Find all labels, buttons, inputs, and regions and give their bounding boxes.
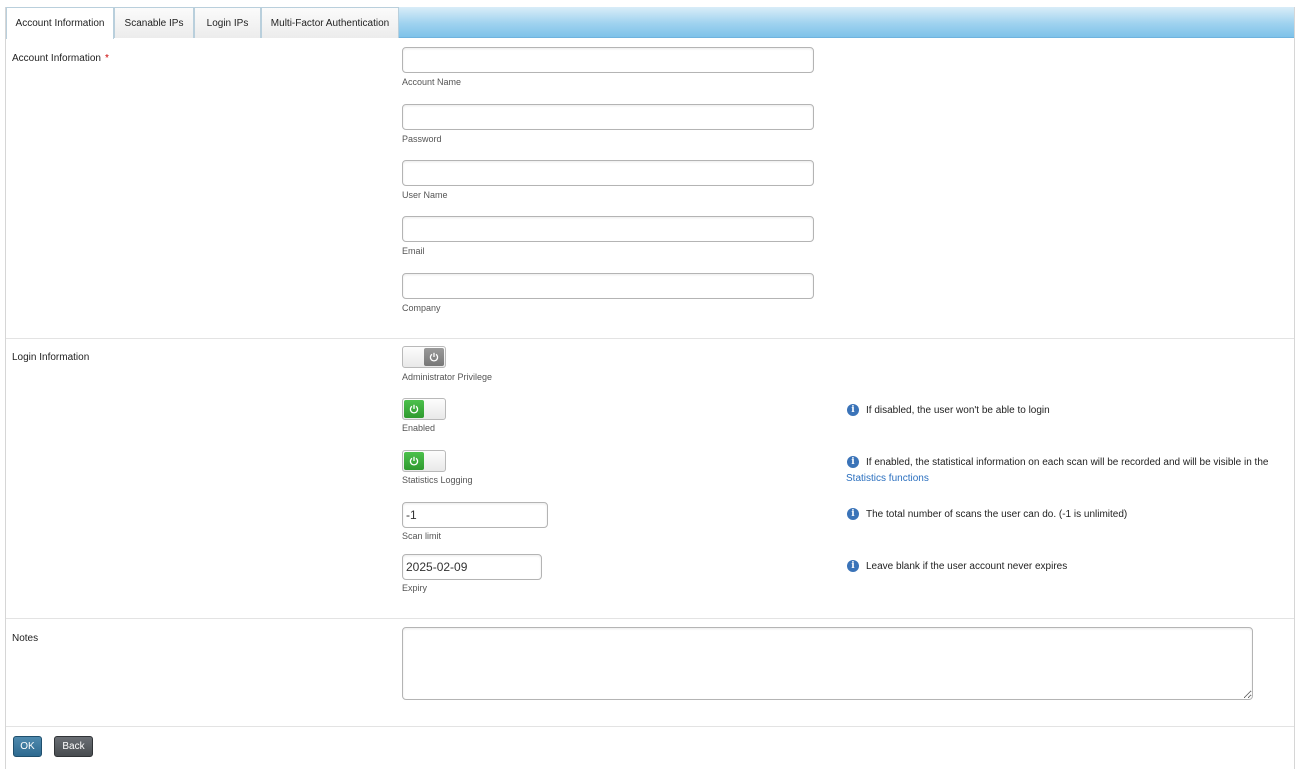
statistics-logging-info: i If enabled, the statistical informatio…	[847, 456, 1268, 468]
password-caption: Password	[402, 134, 442, 144]
info-icon: i	[847, 560, 859, 572]
account-name-input[interactable]	[402, 47, 814, 73]
company-caption: Company	[402, 303, 441, 313]
tab-multi-factor-authentication[interactable]: Multi-Factor Authentication	[261, 7, 399, 38]
tab-login-ips[interactable]: Login IPs	[194, 7, 261, 38]
statistics-functions-link[interactable]: Statistics functions	[846, 473, 929, 484]
expiry-info-text: Leave blank if the user account never ex…	[866, 560, 1068, 572]
account-information-label: Account Information *	[12, 53, 109, 64]
info-icon: i	[847, 456, 859, 468]
enabled-info: i If disabled, the user won't be able to…	[847, 404, 1050, 416]
notes-textarea[interactable]	[402, 627, 1253, 700]
enabled-info-text: If disabled, the user won't be able to l…	[866, 404, 1050, 416]
tab-account-information[interactable]: Account Information	[6, 7, 114, 39]
statistics-logging-caption: Statistics Logging	[402, 475, 473, 485]
user-name-caption: User Name	[402, 190, 448, 200]
scan-limit-info: i The total number of scans the user can…	[847, 508, 1127, 520]
expiry-caption: Expiry	[402, 583, 428, 593]
back-button[interactable]: Back	[54, 736, 93, 757]
ok-button[interactable]: OK	[13, 736, 42, 757]
power-icon	[404, 452, 424, 470]
enabled-caption: Enabled	[402, 423, 436, 433]
expiry-input[interactable]	[402, 554, 542, 580]
section-divider	[6, 338, 1294, 339]
power-icon	[424, 348, 444, 366]
info-icon: i	[847, 404, 859, 416]
section-divider	[6, 726, 1294, 727]
scan-limit-info-text: The total number of scans the user can d…	[866, 508, 1128, 520]
expiry-info: i Leave blank if the user account never …	[847, 560, 1067, 572]
tab-scanable-ips[interactable]: Scanable IPs	[114, 7, 194, 38]
email-input[interactable]	[402, 216, 814, 242]
administrator-privilege-caption: Administrator Privilege	[402, 372, 493, 382]
administrator-privilege-toggle[interactable]	[402, 346, 446, 368]
scan-limit-input[interactable]	[402, 502, 548, 528]
account-information-label-text: Account Information	[12, 53, 101, 64]
power-icon	[404, 400, 424, 418]
statistics-logging-toggle[interactable]	[402, 450, 446, 472]
scan-limit-caption: Scan limit	[402, 531, 442, 541]
enabled-toggle[interactable]	[402, 398, 446, 420]
account-form-frame: Account Information Scanable IPs Login I…	[5, 7, 1295, 769]
company-input[interactable]	[402, 273, 814, 299]
email-caption: Email	[402, 246, 425, 256]
tab-bar: Account Information Scanable IPs Login I…	[6, 7, 1294, 39]
required-marker: *	[104, 53, 109, 64]
info-icon: i	[847, 508, 859, 520]
account-name-caption: Account Name	[402, 77, 462, 87]
section-divider	[6, 618, 1294, 619]
password-input[interactable]	[402, 104, 814, 130]
statistics-logging-info-text: If enabled, the statistical information …	[866, 456, 1269, 468]
notes-label: Notes	[12, 633, 39, 644]
login-information-label: Login Information	[12, 352, 90, 363]
user-name-input[interactable]	[402, 160, 814, 186]
